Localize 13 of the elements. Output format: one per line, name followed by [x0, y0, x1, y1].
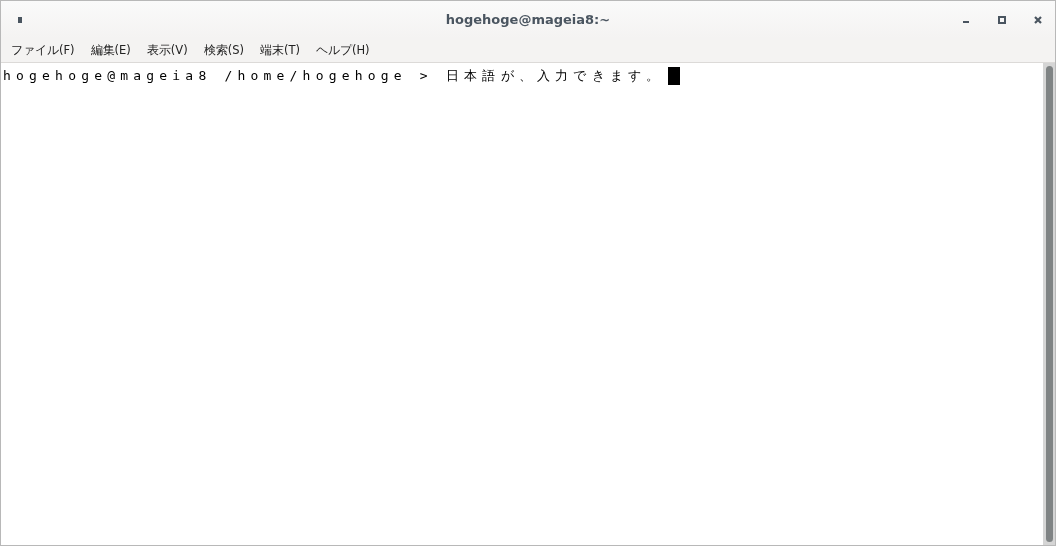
maximize-icon[interactable]	[998, 15, 1006, 24]
text-cursor	[668, 67, 681, 85]
menu-item[interactable]: 端末(T)	[259, 42, 300, 58]
window-title: hogehoge@mageia8:~	[445, 12, 611, 27]
menu-item[interactable]: 検索(S)	[203, 42, 244, 58]
terminal-line: hogehoge@mageia8 /home/hogehoge > 日本語が、入力できます。	[2, 67, 665, 85]
menu-item[interactable]: ヘルプ(H)	[315, 42, 370, 58]
menu-item[interactable]: ファイル(F)	[11, 42, 75, 58]
window-menu-icon[interactable]	[18, 16, 22, 23]
scrollbar-thumb[interactable]	[1045, 66, 1053, 542]
close-icon[interactable]	[1034, 15, 1042, 24]
menu-item[interactable]: 編集(E)	[90, 42, 131, 58]
menu-item[interactable]: 表示(V)	[146, 42, 188, 58]
